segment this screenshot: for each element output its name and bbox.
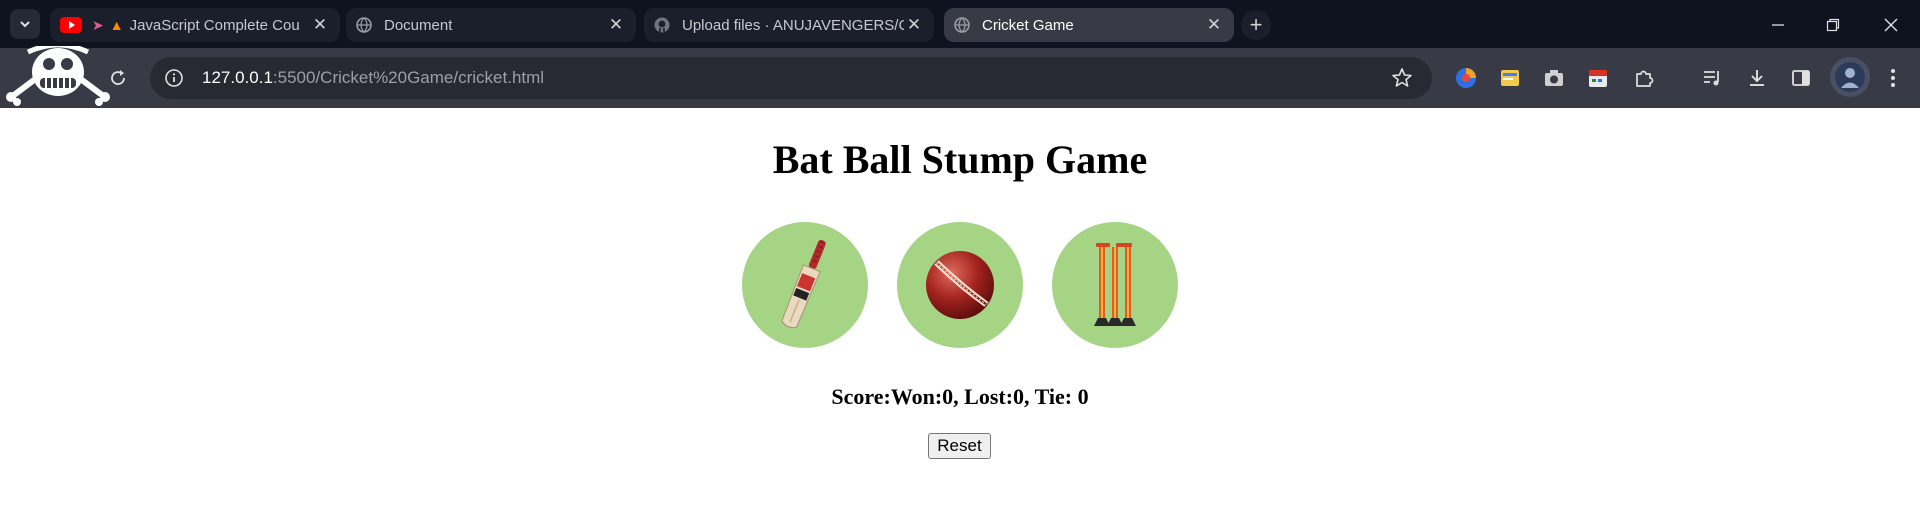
tab-title: JavaScript Complete Cou [129,16,300,34]
puzzle-icon [1636,70,1654,87]
tab-document[interactable]: Document ✕ [346,8,636,42]
info-icon [165,69,183,87]
close-icon[interactable]: ✕ [904,15,924,35]
bat-button[interactable] [742,222,868,348]
extension-notes-button[interactable] [1496,64,1524,92]
close-icon[interactable]: ✕ [310,15,330,35]
tab-upload-files[interactable]: Upload files · ANUJAVENGERS/C ✕ [644,8,934,42]
media-controls-button[interactable] [1698,64,1726,92]
browser-menu-button[interactable] [1879,64,1907,92]
bookmark-star-icon[interactable] [1390,66,1414,90]
minimize-icon [1772,24,1784,26]
profile-avatar-button[interactable] [1830,57,1870,97]
browser-extension-icon [1456,68,1476,88]
extension-firefox-like-button[interactable] [1452,64,1480,92]
tab-title: Document [384,16,453,34]
tab-javascript-course[interactable]: ➤ ▲ JavaScript Complete Cou ✕ [50,8,340,42]
fire-emoji-icon: ▲ [109,17,124,33]
rocket-emoji-icon: ➤ [92,16,104,33]
close-icon[interactable]: ✕ [606,15,626,35]
close-icon [1884,18,1898,32]
choice-buttons [742,222,1178,348]
github-icon [654,17,670,33]
notes-extension-icon [1501,70,1519,86]
more-vertical-icon [1891,69,1895,87]
calendar-extension-icon [1589,70,1607,87]
browser-toolbar: 127.0.0.1:5500/Cricket%20Game/cricket.ht… [0,46,1920,108]
extension-calendar-button[interactable] [1584,64,1612,92]
site-info-button[interactable] [154,58,194,98]
score-text: Score:Won:0, Lost:0, Tie: 0 [831,384,1089,409]
downloads-button[interactable] [1743,64,1771,92]
reload-icon [111,70,125,85]
playlist-music-icon [1704,71,1719,86]
plus-icon: + [1249,12,1263,37]
chevron-down-icon [20,21,30,28]
new-tab-button[interactable]: + [1241,10,1271,40]
url-text: 127.0.0.1:5500/Cricket%20Game/cricket.ht… [202,68,544,88]
camera-icon [1545,70,1563,86]
side-panel-button[interactable] [1787,64,1815,92]
extension-camera-button[interactable] [1540,64,1568,92]
reload-button[interactable] [104,64,132,92]
cricket-bat-icon [781,239,826,329]
page-content: Bat Ball Stump Game Score:Won:0, Lost:0,… [0,108,1920,517]
url-path: :5500/Cricket%20Game/cricket.html [272,68,545,87]
download-icon [1750,70,1764,86]
globe-icon [954,17,970,33]
tab-title: Cricket Game [982,16,1074,34]
stumps-icon [1094,243,1136,326]
tab-strip: ➤ ▲ JavaScript Complete Cou ✕ Document ✕… [0,0,1920,48]
address-bar[interactable]: 127.0.0.1:5500/Cricket%20Game/cricket.ht… [150,57,1432,99]
pirate-skull-logo [6,46,110,106]
tab-cricket-game[interactable]: Cricket Game ✕ [944,8,1234,42]
stump-button[interactable] [1052,222,1178,348]
restore-button[interactable] [1818,10,1848,40]
page-title: Bat Ball Stump Game [772,137,1148,182]
ball-button[interactable] [897,222,1023,348]
tab-title: Upload files · ANUJAVENGERS/C [682,16,904,34]
close-icon[interactable]: ✕ [1204,15,1224,35]
tab-search-button[interactable] [10,9,40,39]
close-window-button[interactable] [1876,10,1906,40]
reset-button[interactable]: Reset [928,433,991,459]
restore-icon [1826,18,1840,32]
extensions-button[interactable] [1630,64,1658,92]
minimize-button[interactable] [1763,10,1793,40]
cricket-ball-icon [926,251,994,319]
url-host: 127.0.0.1 [202,68,273,87]
globe-icon [356,17,372,33]
side-panel-icon [1792,70,1810,86]
avatar [1835,62,1865,92]
youtube-icon [60,17,82,33]
